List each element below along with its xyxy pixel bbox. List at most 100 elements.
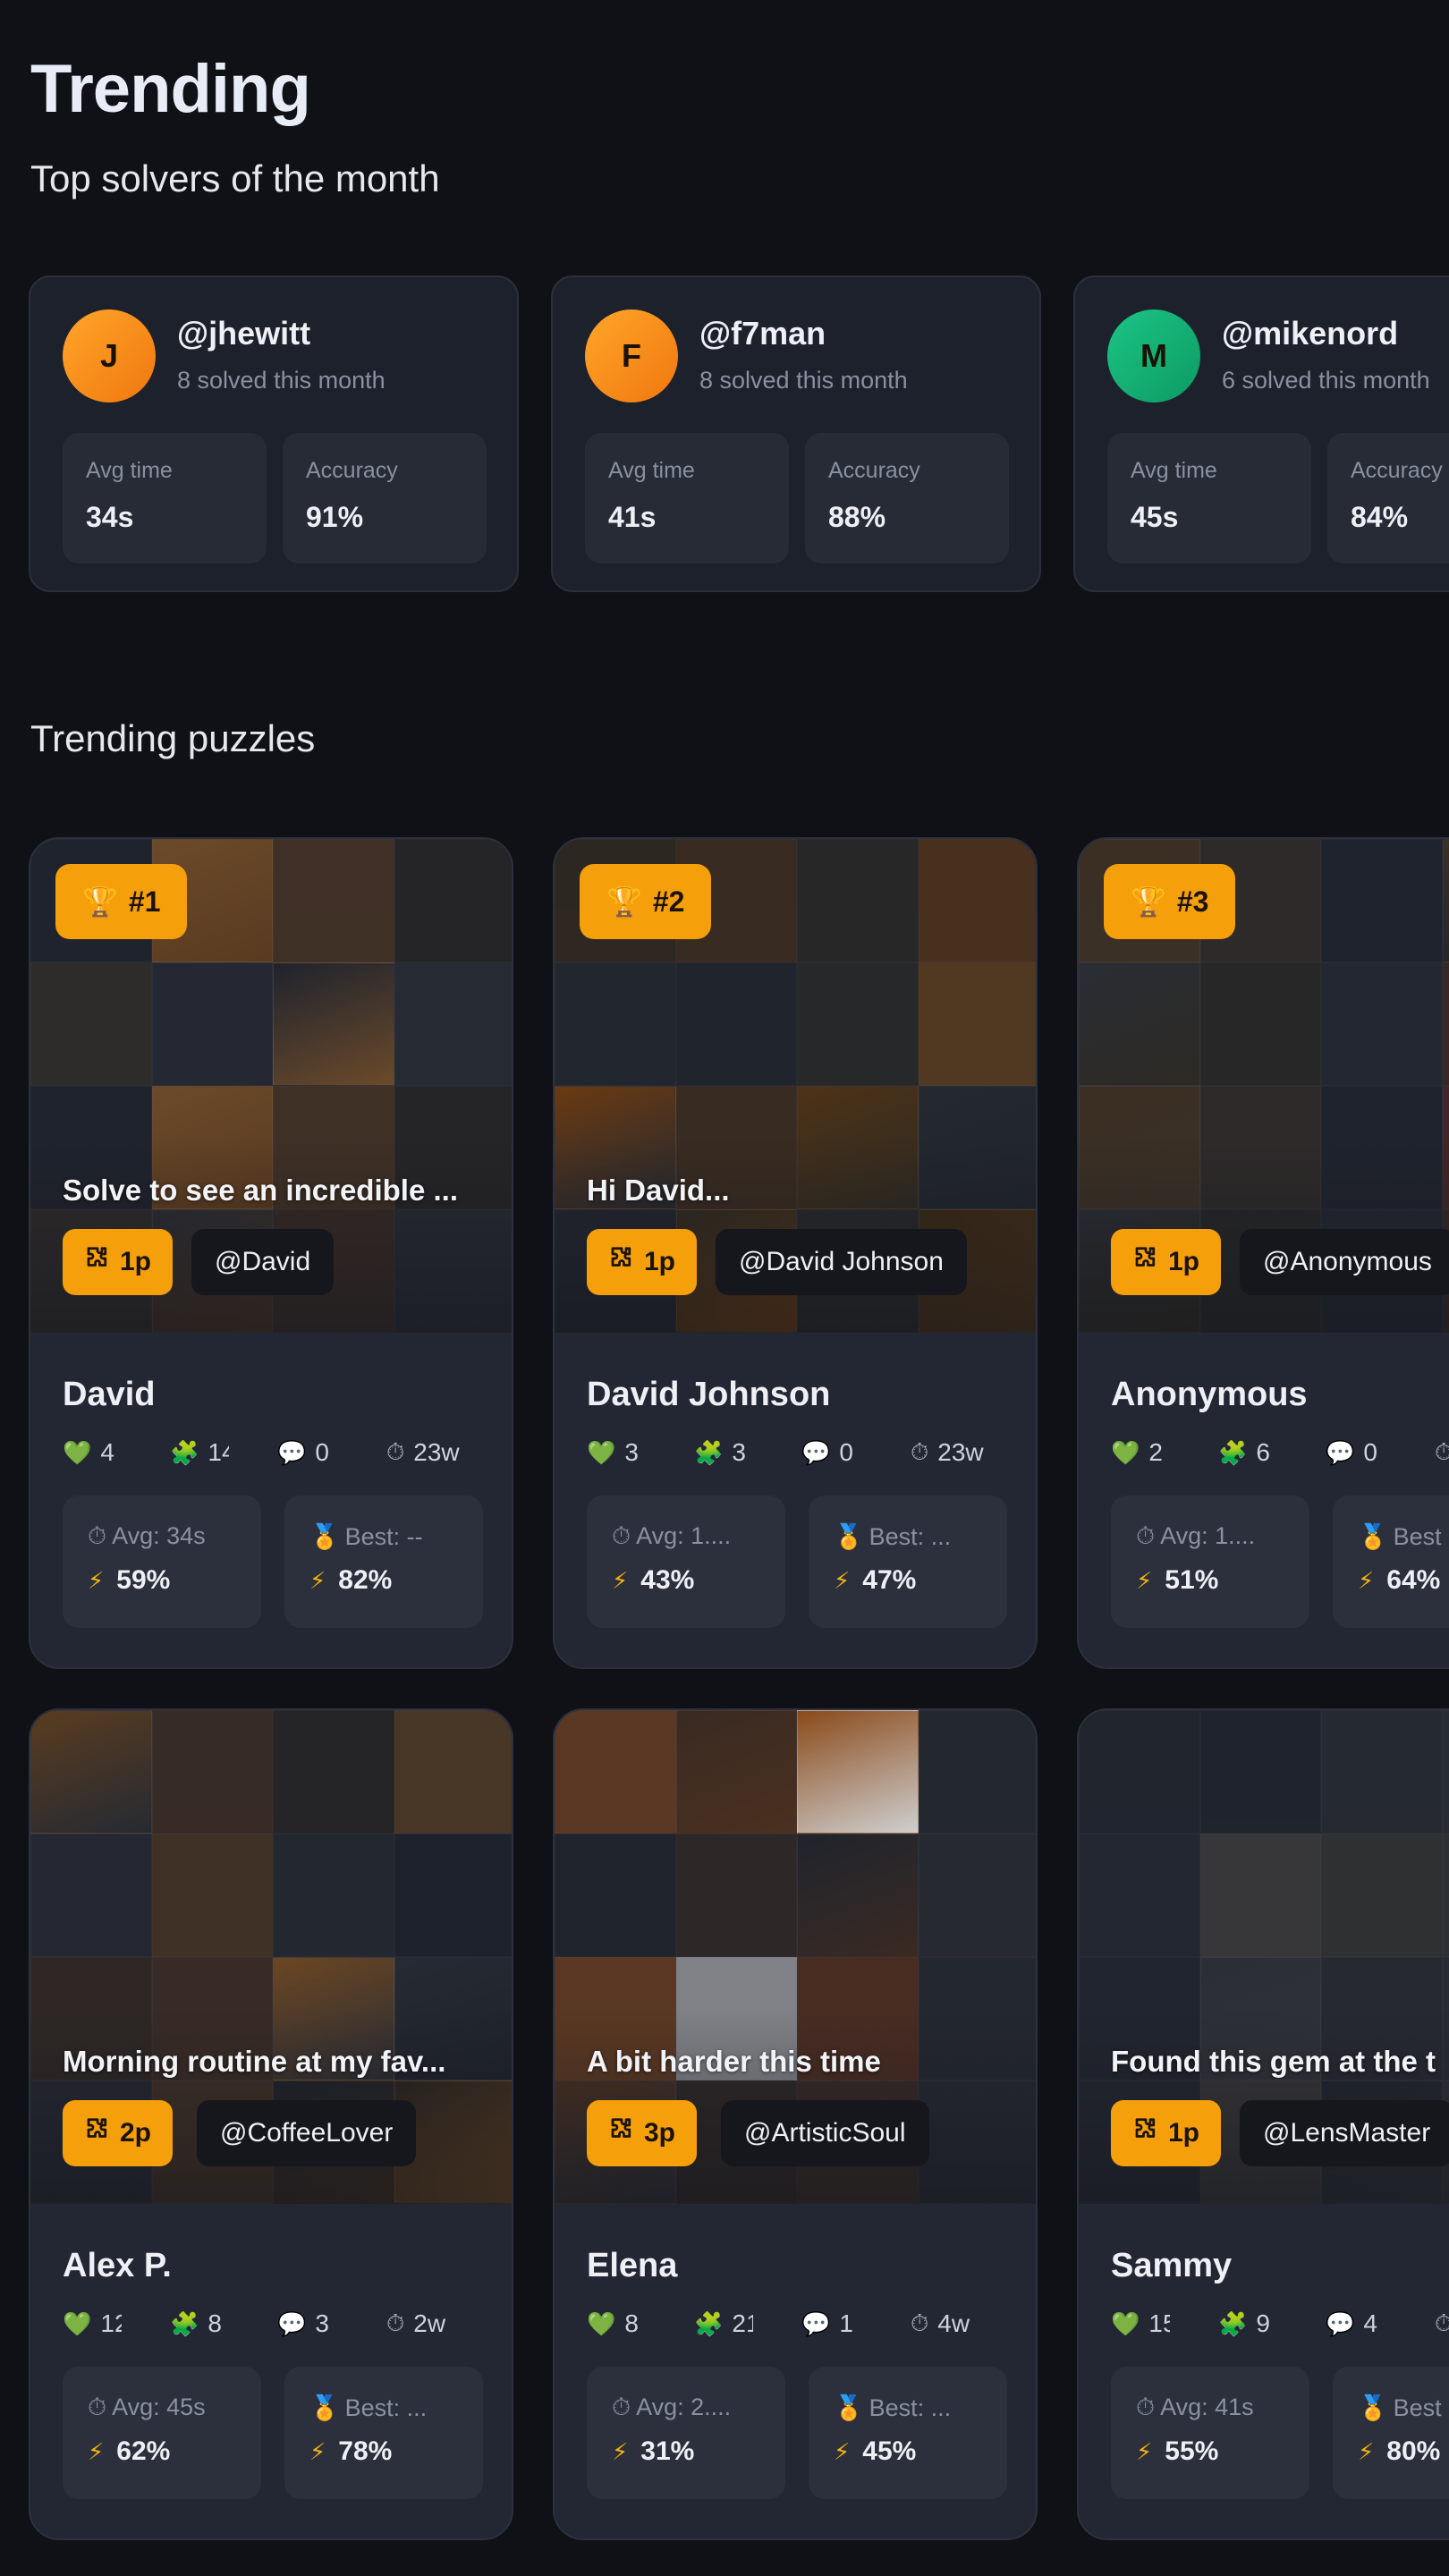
stopwatch-icon: ⏱ [911, 2309, 929, 2336]
avg-row: ⏱ Avg: 45s [88, 2394, 250, 2422]
stopwatch-icon: ⏱ [911, 1438, 929, 1465]
comments-value: 4 [1363, 2309, 1377, 2337]
comments-value: 0 [839, 1438, 853, 1466]
best-row: 🏅 Best [1358, 1522, 1449, 1551]
best-stat-box: 🏅 Best ⚡ 80% [1333, 2367, 1449, 2499]
puzzle-icon [608, 2116, 635, 2150]
solver-card[interactable]: F @f7man 8 solved this month Avg time 41… [551, 275, 1041, 592]
accuracy-stat: Accuracy 84% [1327, 433, 1449, 564]
author-chip[interactable]: @LensMaster [1240, 2100, 1449, 2166]
puzzle-tile [797, 1710, 919, 1834]
comments-value: 0 [315, 1438, 329, 1466]
likes-stat: 💚 2 [1111, 1433, 1163, 1472]
solves-value: 3 [732, 1438, 746, 1466]
avg-stat-box: ⏱ Avg: 45s ⚡ 62% [63, 2367, 261, 2499]
best-percent: 82% [338, 1565, 393, 1595]
puzzle-tile [1321, 962, 1443, 1086]
stat-value: 88% [828, 501, 886, 533]
avatar: F [585, 309, 678, 402]
puzzle-tile [30, 962, 152, 1086]
puzzle-tile [675, 1834, 797, 1957]
puzzle-card[interactable]: 🏆 #1 Solve to see an incredible ... 1p @Davi… [29, 837, 513, 1669]
lightning-icon: ⚡ [1358, 2438, 1375, 2465]
puzzle-icon [84, 2116, 111, 2150]
avg-percent: 59% [116, 1565, 171, 1595]
puzzle-card[interactable]: 🏆 #2 Hi David... 1p @David Johnson David John… [553, 837, 1038, 1669]
pieces-badge: 1p [1111, 2100, 1222, 2166]
green-heart-icon: 💚 [63, 2309, 92, 2337]
avg-percent-row: ⚡ 59% [88, 1565, 170, 1596]
puzzle-tile [30, 1710, 152, 1834]
avg-label: Avg: 1.... [1160, 1522, 1256, 1549]
avatar: J [63, 309, 156, 402]
author-chip[interactable]: @Anonymous [1240, 1229, 1449, 1295]
green-heart-icon: 💚 [587, 2309, 616, 2337]
comments-value: 1 [839, 2309, 853, 2337]
puzzle-icon [1132, 2116, 1159, 2150]
solves-stat: 🧩 14 [170, 1433, 229, 1472]
avg-percent-row: ⚡ 62% [88, 2436, 170, 2467]
best-stat-box: 🏅 Best ⚡ 64% [1333, 1496, 1449, 1628]
solver-card[interactable]: J @jhewitt 8 solved this month Avg time … [29, 275, 519, 592]
author-chip[interactable]: @David Johnson [716, 1229, 967, 1295]
best-percent-row: ⚡ 82% [309, 1565, 392, 1596]
best-stat-box: 🏅 Best: ... ⚡ 45% [809, 2367, 1007, 2499]
comment-icon: 💬 [1326, 1438, 1355, 1466]
puzzle-tile [1079, 1834, 1200, 1957]
solves-value: 9 [1256, 2309, 1270, 2337]
age-value: 23w [937, 1438, 984, 1466]
top-solvers-heading: Top solvers of the month [30, 157, 440, 199]
best-percent: 47% [862, 1565, 917, 1595]
puzzle-tile [1321, 1834, 1443, 1957]
likes-value: 2 [1148, 1438, 1163, 1466]
stat-label: Accuracy [306, 458, 398, 483]
solves-value: 6 [1256, 1438, 1270, 1466]
pieces-badge: 1p [587, 1229, 698, 1295]
best-percent: 80% [1386, 2436, 1441, 2466]
stat-label: Avg time [608, 458, 695, 483]
stat-label: Avg time [86, 458, 173, 483]
page-title: Trending [30, 51, 311, 127]
solver-handle[interactable]: @jhewitt [177, 315, 310, 352]
avg-percent-row: ⚡ 43% [612, 1565, 694, 1596]
author-chip[interactable]: @CoffeeLover [197, 2100, 417, 2166]
solves-value: 8 [208, 2309, 222, 2337]
best-percent-row: ⚡ 47% [834, 1565, 916, 1596]
puzzle-card[interactable]: Morning routine at my fav... 2p @CoffeeLov… [29, 1708, 513, 2540]
green-heart-icon: 💚 [587, 1438, 616, 1466]
puzzle-tile [1321, 839, 1443, 962]
stopwatch-icon: ⏱ [386, 1438, 405, 1465]
trending-puzzles-grid[interactable]: 🏆 #1 Solve to see an incredible ... 1p @Davi… [29, 837, 1449, 2558]
solver-handle[interactable]: @mikenord [1222, 315, 1398, 352]
stopwatch-icon: ⏱ [1136, 2394, 1156, 2420]
avg-stat-box: ⏱ Avg: 1.... ⚡ 51% [1111, 1496, 1309, 1628]
puzzle-tile [1199, 1834, 1321, 1957]
likes-stat: 💚 3 [587, 1433, 639, 1472]
best-percent-row: ⚡ 78% [309, 2436, 392, 2467]
top-solvers-carousel[interactable]: J @jhewitt 8 solved this month Avg time … [29, 275, 1449, 596]
comment-icon: 💬 [801, 2309, 831, 2337]
comments-value: 3 [315, 2309, 329, 2337]
avg-row: ⏱ Avg: 34s [88, 1522, 250, 1551]
solver-handle[interactable]: @f7man [699, 315, 826, 352]
avg-row: ⏱ Avg: 2.... [612, 2394, 775, 2422]
likes-value: 15 [1148, 2309, 1170, 2337]
author-chip[interactable]: @David [191, 1229, 335, 1295]
puzzle-tile [1079, 1710, 1200, 1834]
author-chip[interactable]: @ArtisticSoul [721, 2100, 929, 2166]
puzzle-tile [918, 1834, 1036, 1957]
puzzle-card[interactable]: 🏆#31p@AnonymousAnonymous💚2🧩6💬0⏱⏱Avg: 1..… [1077, 837, 1449, 1669]
solver-card[interactable]: M @mikenord 6 solved this month Avg time… [1073, 275, 1449, 592]
pieces-badge: 1p [63, 1229, 174, 1295]
puzzle-tile [918, 1710, 1036, 1834]
puzzle-tile [394, 1710, 512, 1834]
stat-value: 41s [608, 501, 657, 533]
puzzle-tile [273, 1834, 394, 1957]
best-row: 🏅 Best: -- [309, 1522, 472, 1551]
lightning-icon: ⚡ [1136, 1567, 1153, 1594]
green-heart-icon: 💚 [1111, 2309, 1140, 2337]
puzzle-card[interactable]: A bit harder this time 3p @ArtisticSoul Ele… [553, 1708, 1038, 2540]
stopwatch-icon: ⏱ [88, 2394, 107, 2420]
puzzle-card[interactable]: Found this gem at the t 1p @LensMaster Samm… [1077, 1708, 1449, 2540]
puzzle-tile [1442, 1834, 1449, 1957]
